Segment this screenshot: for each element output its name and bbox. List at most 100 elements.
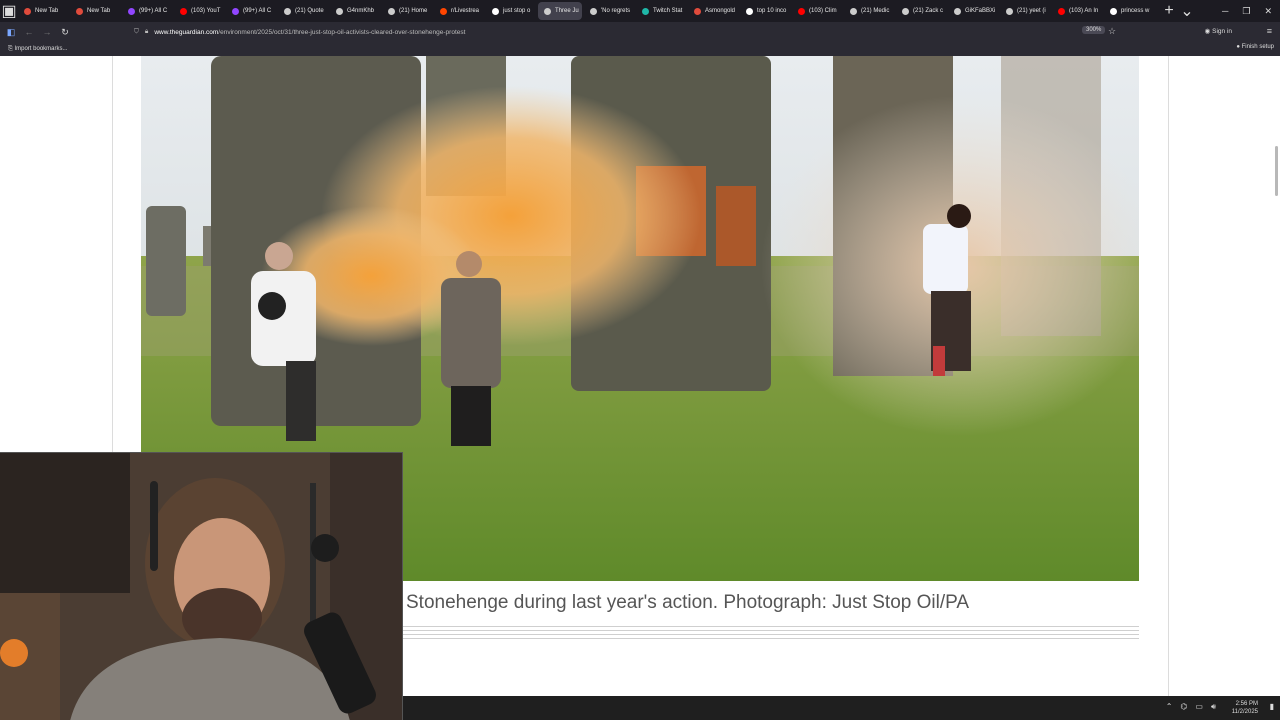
tab-favicon-icon xyxy=(746,7,753,15)
tab-label: (21) Zack c xyxy=(913,8,944,14)
browser-tab[interactable]: New Tab xyxy=(70,2,120,20)
browser-tab[interactable]: (99+) All C xyxy=(122,2,172,20)
clock-date: 11/2/2025 xyxy=(1231,709,1258,715)
tab-favicon-icon xyxy=(440,7,447,15)
import-bookmarks-link[interactable]: ⎘ Import bookmarks... xyxy=(8,46,67,53)
tab-list-dropdown-icon[interactable]: ⌄ xyxy=(1178,1,1196,21)
tab-favicon-icon xyxy=(388,7,395,15)
bookmarks-bar: ⎘ Import bookmarks... ● Finish setup xyxy=(0,42,1280,56)
browser-tab[interactable]: (103) Clim xyxy=(792,2,842,20)
browser-tab[interactable]: GiKFaBBXi xyxy=(948,2,998,20)
tab-favicon-icon xyxy=(492,7,499,15)
lock-icon[interactable]: 🔒︎ xyxy=(145,28,148,36)
tab-label: (21) Quote xyxy=(295,8,324,14)
url-path: /environment/2025/oct/31/three-just-stop… xyxy=(218,28,466,36)
restore-icon[interactable]: ❐ xyxy=(1242,6,1250,17)
sign-in-button[interactable]: ◉ Sign in xyxy=(1205,27,1232,35)
tab-favicon-icon xyxy=(1110,7,1117,15)
browser-tab[interactable]: (103) An In xyxy=(1052,2,1102,20)
tab-favicon-icon xyxy=(902,7,909,15)
browser-tab[interactable]: G4nmKhb xyxy=(330,2,380,20)
tab-favicon-icon xyxy=(850,7,857,15)
reload-icon[interactable]: ↻ xyxy=(56,27,74,38)
window-controls: ─ ❐ ✕ xyxy=(1222,0,1280,22)
browser-tab[interactable]: (21) Home xyxy=(382,2,432,20)
taskbar-clock[interactable]: 2:56 PM 11/2/2025 xyxy=(1232,700,1258,716)
page-scrollbar[interactable] xyxy=(1274,56,1280,696)
scrollbar-thumb[interactable] xyxy=(1275,146,1278,196)
tab-favicon-icon xyxy=(128,7,135,15)
new-tab-icon[interactable]: + xyxy=(1160,2,1178,20)
webcam-streamer-graphic xyxy=(0,453,402,720)
browser-tab[interactable]: (21) Quote xyxy=(278,2,328,20)
bookmark-star-icon[interactable]: ☆ xyxy=(1108,26,1116,37)
browser-tab[interactable]: princess w xyxy=(1104,2,1154,20)
back-icon[interactable]: ← xyxy=(20,27,38,37)
clock-time: 2:56 PM xyxy=(1235,701,1258,707)
tab-favicon-icon xyxy=(284,7,291,15)
browser-tab[interactable]: (21) Zack c xyxy=(896,2,946,20)
tab-label: princess w xyxy=(1121,8,1150,14)
tab-favicon-icon xyxy=(798,7,805,15)
tab-label: Twitch Stat xyxy=(653,8,683,14)
sign-in-label: Sign in xyxy=(1212,28,1232,35)
tab-label: (103) Clim xyxy=(809,8,837,14)
browser-tab[interactable]: r/Livestrea xyxy=(434,2,484,20)
browser-tab[interactable]: (99+) All C xyxy=(226,2,276,20)
close-window-icon[interactable]: ✕ xyxy=(1264,6,1272,17)
tab-label: r/Livestrea xyxy=(451,8,480,14)
tab-label: GiKFaBBXi xyxy=(965,8,996,14)
tab-favicon-icon xyxy=(694,7,701,15)
tab-favicon-icon xyxy=(336,7,343,15)
volume-icon[interactable]: 🔊︎ xyxy=(1211,702,1216,712)
address-bar[interactable]: ⛉ 🔒︎ www.theguardian.com/environment/202… xyxy=(134,24,1124,40)
display-icon[interactable]: ▭ xyxy=(1195,702,1203,712)
browser-tab[interactable]: top 10 inco xyxy=(740,2,790,20)
minimize-icon[interactable]: ─ xyxy=(1222,6,1228,16)
tray-chevron-icon[interactable]: ⌃ xyxy=(1166,702,1173,712)
tracking-shield-icon[interactable]: ⛉ xyxy=(134,28,139,36)
tab-label: 'No regrets xyxy=(601,8,631,14)
forward-icon[interactable]: → xyxy=(38,27,56,37)
network-icon[interactable]: ⌬ xyxy=(1180,702,1187,712)
tab-favicon-icon xyxy=(544,7,551,15)
tab-label: G4nmKhb xyxy=(347,8,375,14)
menu-icon[interactable]: ≡ xyxy=(1267,26,1272,36)
browser-tab[interactable]: just stop o xyxy=(486,2,536,20)
tab-favicon-icon xyxy=(24,7,31,15)
system-tray: ⌃ ⌬ ▭ 🔊︎ xyxy=(1166,702,1216,712)
tab-label: Three Ju xyxy=(555,8,579,14)
browser-tab[interactable]: Asmongold xyxy=(688,2,738,20)
browser-tab[interactable]: (103) YouT xyxy=(174,2,224,20)
tab-list: New Tab New Tab (99+) All C (103) YouT (99+)… xyxy=(18,2,1154,20)
import-bookmarks-label: Import bookmarks... xyxy=(14,45,68,52)
tab-label: New Tab xyxy=(35,8,59,14)
browser-tab[interactable]: Twitch Stat xyxy=(636,2,686,20)
tab-favicon-icon xyxy=(180,7,187,15)
finish-setup-button[interactable]: ● Finish setup xyxy=(1236,44,1274,50)
column-divider xyxy=(1168,56,1169,696)
browser-tab[interactable]: Three Ju✕ xyxy=(538,2,582,20)
webcam-overlay xyxy=(0,452,403,720)
browser-tab[interactable]: (21) yeet (i xyxy=(1000,2,1050,20)
tab-label: (103) An In xyxy=(1069,8,1099,14)
browser-tab[interactable]: New Tab xyxy=(18,2,68,20)
caption-divider xyxy=(403,626,1139,646)
tab-label: top 10 inco xyxy=(757,8,787,14)
tab-label: just stop o xyxy=(503,8,531,14)
tab-favicon-icon xyxy=(954,7,961,15)
tab-label: (21) Medic xyxy=(861,8,890,14)
tab-label: (21) yeet (i xyxy=(1017,8,1046,14)
browser-tab[interactable]: 'No regrets xyxy=(584,2,634,20)
navigation-bar: ◧ ← → ↻ ⛉ 🔒︎ www.theguardian.com/environ… xyxy=(0,22,1280,42)
notification-icon[interactable]: ▮ xyxy=(1270,702,1274,711)
os-taskbar: ⌃ ⌬ ▭ 🔊︎ 2:56 PM 11/2/2025 ▮ xyxy=(403,696,1280,720)
tab-overview-icon[interactable]: ▣ xyxy=(0,1,18,21)
tab-favicon-icon xyxy=(642,7,649,15)
tab-favicon-icon xyxy=(232,7,239,15)
sidebar-toggle-icon[interactable]: ◧ xyxy=(2,27,20,38)
tab-label: (99+) All C xyxy=(139,8,168,14)
finish-setup-label: Finish setup xyxy=(1241,44,1274,50)
browser-tab[interactable]: (21) Medic xyxy=(844,2,894,20)
zoom-level[interactable]: 300% xyxy=(1082,26,1106,34)
